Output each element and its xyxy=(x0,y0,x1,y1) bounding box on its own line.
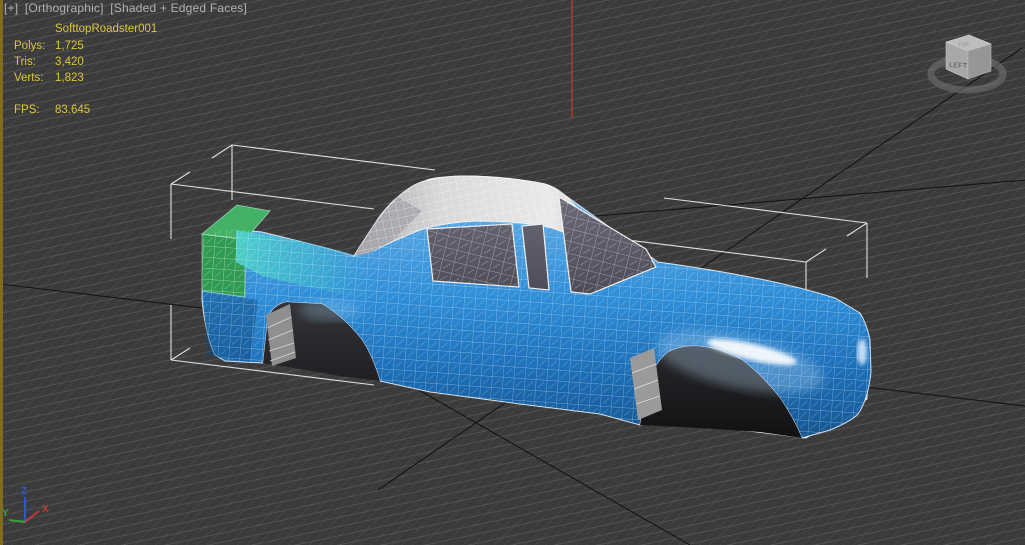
axis-x-label: X xyxy=(42,504,49,515)
viewport-shading-menu[interactable]: [Shaded + Edged Faces] xyxy=(110,1,247,15)
viewport-label: [+] [Orthographic] [Shaded + Edged Faces… xyxy=(4,1,250,15)
viewcube-left-label: LEFT xyxy=(949,62,968,70)
selected-object-name: SofttopRoadster001 xyxy=(55,23,157,35)
scene-3d: LEFT TOP Z X Y xyxy=(0,0,1025,545)
viewport-active-border xyxy=(0,0,3,545)
viewport-pov-menu[interactable]: [Orthographic] xyxy=(25,1,104,15)
axis-z-label: Z xyxy=(21,486,27,497)
car-softtop-roadster[interactable] xyxy=(202,176,871,438)
viewcube[interactable]: LEFT TOP xyxy=(931,35,1003,92)
viewport-general-menu[interactable]: [+] xyxy=(4,1,18,15)
axis-tripod: Z X Y xyxy=(2,486,49,522)
axis-y-label: Y xyxy=(2,508,9,519)
viewport-canvas[interactable]: LEFT TOP Z X Y [+] [Orthographic] [Shade… xyxy=(0,0,1025,545)
